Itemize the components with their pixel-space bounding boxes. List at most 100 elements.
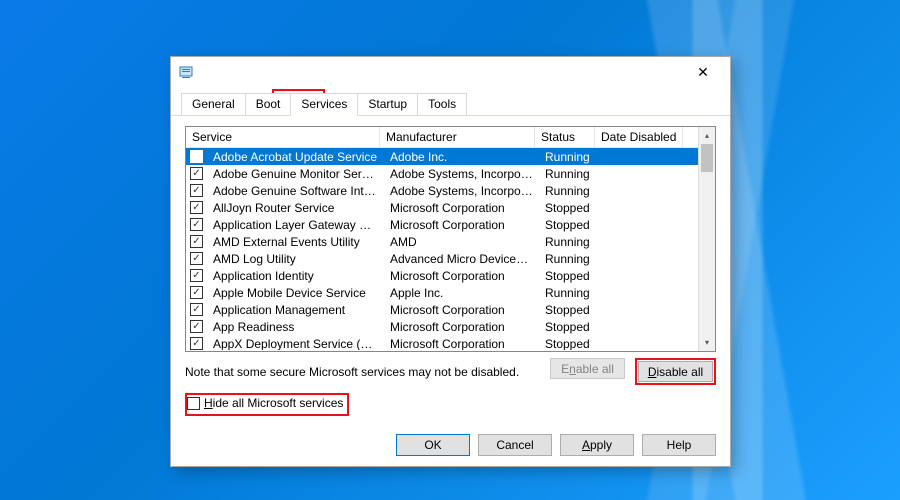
cell-date-disabled (599, 343, 687, 345)
tab-services[interactable]: Services (290, 93, 358, 116)
cell-date-disabled (599, 326, 687, 328)
scroll-up-icon[interactable]: ▴ (699, 127, 715, 144)
cell-service: Application Management (207, 302, 384, 318)
cell-service: Adobe Genuine Software Integri... (207, 183, 384, 199)
table-row[interactable]: Adobe Acrobat Update ServiceAdobe Inc.Ru… (186, 148, 715, 165)
scrollbar[interactable]: ▴ ▾ (698, 127, 715, 351)
row-checkbox[interactable] (190, 320, 203, 333)
tab-general[interactable]: General (181, 93, 246, 115)
col-status[interactable]: Status (535, 127, 595, 147)
cell-status: Running (539, 285, 599, 301)
cell-service: App Readiness (207, 319, 384, 335)
row-checkbox[interactable] (190, 286, 203, 299)
tab-strip: General Boot Services Startup Tools (171, 87, 730, 116)
dialog-buttons: OK Cancel Apply Help (396, 434, 716, 456)
cell-status: Stopped (539, 336, 599, 351)
cell-service: AMD External Events Utility (207, 234, 384, 250)
cell-service: Application Identity (207, 268, 384, 284)
col-service[interactable]: Service (186, 127, 380, 147)
apply-button[interactable]: Apply (560, 434, 634, 456)
cell-service: AppX Deployment Service (AppX... (207, 336, 384, 351)
app-icon (179, 64, 195, 80)
row-checkbox[interactable] (190, 269, 203, 282)
row-checkbox[interactable] (190, 252, 203, 265)
table-row[interactable]: Application ManagementMicrosoft Corporat… (186, 301, 715, 318)
table-row[interactable]: AllJoyn Router ServiceMicrosoft Corporat… (186, 199, 715, 216)
col-date-disabled[interactable]: Date Disabled (595, 127, 683, 147)
cell-status: Stopped (539, 302, 599, 318)
table-row[interactable]: Application IdentityMicrosoft Corporatio… (186, 267, 715, 284)
table-row[interactable]: Apple Mobile Device ServiceApple Inc.Run… (186, 284, 715, 301)
services-listview[interactable]: Service Manufacturer Status Date Disable… (185, 126, 716, 352)
scroll-down-icon[interactable]: ▾ (699, 334, 715, 351)
help-button[interactable]: Help (642, 434, 716, 456)
cell-manufacturer: Microsoft Corporation (384, 319, 539, 335)
table-row[interactable]: AMD Log UtilityAdvanced Micro Devices, I… (186, 250, 715, 267)
ok-button[interactable]: OK (396, 434, 470, 456)
cell-date-disabled (599, 292, 687, 294)
annotation-highlight: Hide all Microsoft services (185, 393, 349, 416)
annotation-highlight: Disable all (635, 358, 716, 385)
cell-status: Running (539, 149, 599, 165)
table-row[interactable]: Adobe Genuine Monitor ServiceAdobe Syste… (186, 165, 715, 182)
row-checkbox[interactable] (190, 150, 203, 163)
table-row[interactable]: AMD External Events UtilityAMDRunning (186, 233, 715, 250)
cell-manufacturer: Advanced Micro Devices, I... (384, 251, 539, 267)
cell-status: Running (539, 166, 599, 182)
cell-manufacturer: Adobe Systems, Incorpora... (384, 166, 539, 182)
disable-all-button[interactable]: Disable all (638, 361, 713, 382)
row-checkbox[interactable] (190, 303, 203, 316)
cell-date-disabled (599, 275, 687, 277)
cell-manufacturer: Microsoft Corporation (384, 336, 539, 351)
cell-date-disabled (599, 258, 687, 260)
cell-date-disabled (599, 190, 687, 192)
enable-all-button[interactable]: Enable all (550, 358, 625, 379)
table-row[interactable]: AppX Deployment Service (AppX...Microsof… (186, 335, 715, 350)
cell-date-disabled (599, 156, 687, 158)
tab-boot[interactable]: Boot (245, 93, 292, 115)
cell-status: Stopped (539, 217, 599, 233)
cell-status: Stopped (539, 200, 599, 216)
row-checkbox[interactable] (190, 218, 203, 231)
row-checkbox[interactable] (190, 184, 203, 197)
cell-date-disabled (599, 173, 687, 175)
cell-status: Running (539, 234, 599, 250)
scroll-thumb[interactable] (701, 144, 713, 172)
tab-startup[interactable]: Startup (357, 93, 418, 115)
col-manufacturer[interactable]: Manufacturer (380, 127, 535, 147)
cell-manufacturer: Microsoft Corporation (384, 217, 539, 233)
listview-header: Service Manufacturer Status Date Disable… (186, 127, 715, 148)
cell-service: Apple Mobile Device Service (207, 285, 384, 301)
cell-manufacturer: Adobe Systems, Incorpora... (384, 183, 539, 199)
services-panel: Service Manufacturer Status Date Disable… (171, 116, 730, 426)
cell-service: Application Layer Gateway Service (207, 217, 384, 233)
table-row[interactable]: App ReadinessMicrosoft CorporationStoppe… (186, 318, 715, 335)
cell-status: Running (539, 251, 599, 267)
cell-service: Adobe Genuine Monitor Service (207, 166, 384, 182)
msconfig-dialog: ✕ General Boot Services Startup Tools Se… (170, 56, 731, 467)
close-button[interactable]: ✕ (684, 61, 722, 83)
row-checkbox[interactable] (190, 235, 203, 248)
hide-microsoft-row: Hide all Microsoft services (185, 393, 716, 416)
hide-microsoft-checkbox[interactable] (187, 397, 200, 410)
table-row[interactable]: Application Layer Gateway ServiceMicroso… (186, 216, 715, 233)
row-checkbox[interactable] (190, 167, 203, 180)
cell-status: Stopped (539, 319, 599, 335)
cell-manufacturer: Apple Inc. (384, 285, 539, 301)
cell-date-disabled (599, 207, 687, 209)
cell-service: AllJoyn Router Service (207, 200, 384, 216)
row-checkbox[interactable] (190, 201, 203, 214)
cell-date-disabled (599, 224, 687, 226)
row-checkbox[interactable] (190, 337, 203, 350)
cell-status: Running (539, 183, 599, 199)
hide-microsoft-label: Hide all Microsoft services (204, 396, 343, 410)
cancel-button[interactable]: Cancel (478, 434, 552, 456)
note-text: Note that some secure Microsoft services… (185, 365, 519, 379)
cell-manufacturer: Microsoft Corporation (384, 302, 539, 318)
listview-body[interactable]: Adobe Acrobat Update ServiceAdobe Inc.Ru… (186, 148, 715, 350)
cell-manufacturer: Microsoft Corporation (384, 200, 539, 216)
cell-service: Adobe Acrobat Update Service (207, 149, 384, 165)
table-row[interactable]: Adobe Genuine Software Integri...Adobe S… (186, 182, 715, 199)
note-row: Note that some secure Microsoft services… (185, 358, 716, 385)
tab-tools[interactable]: Tools (417, 93, 467, 115)
